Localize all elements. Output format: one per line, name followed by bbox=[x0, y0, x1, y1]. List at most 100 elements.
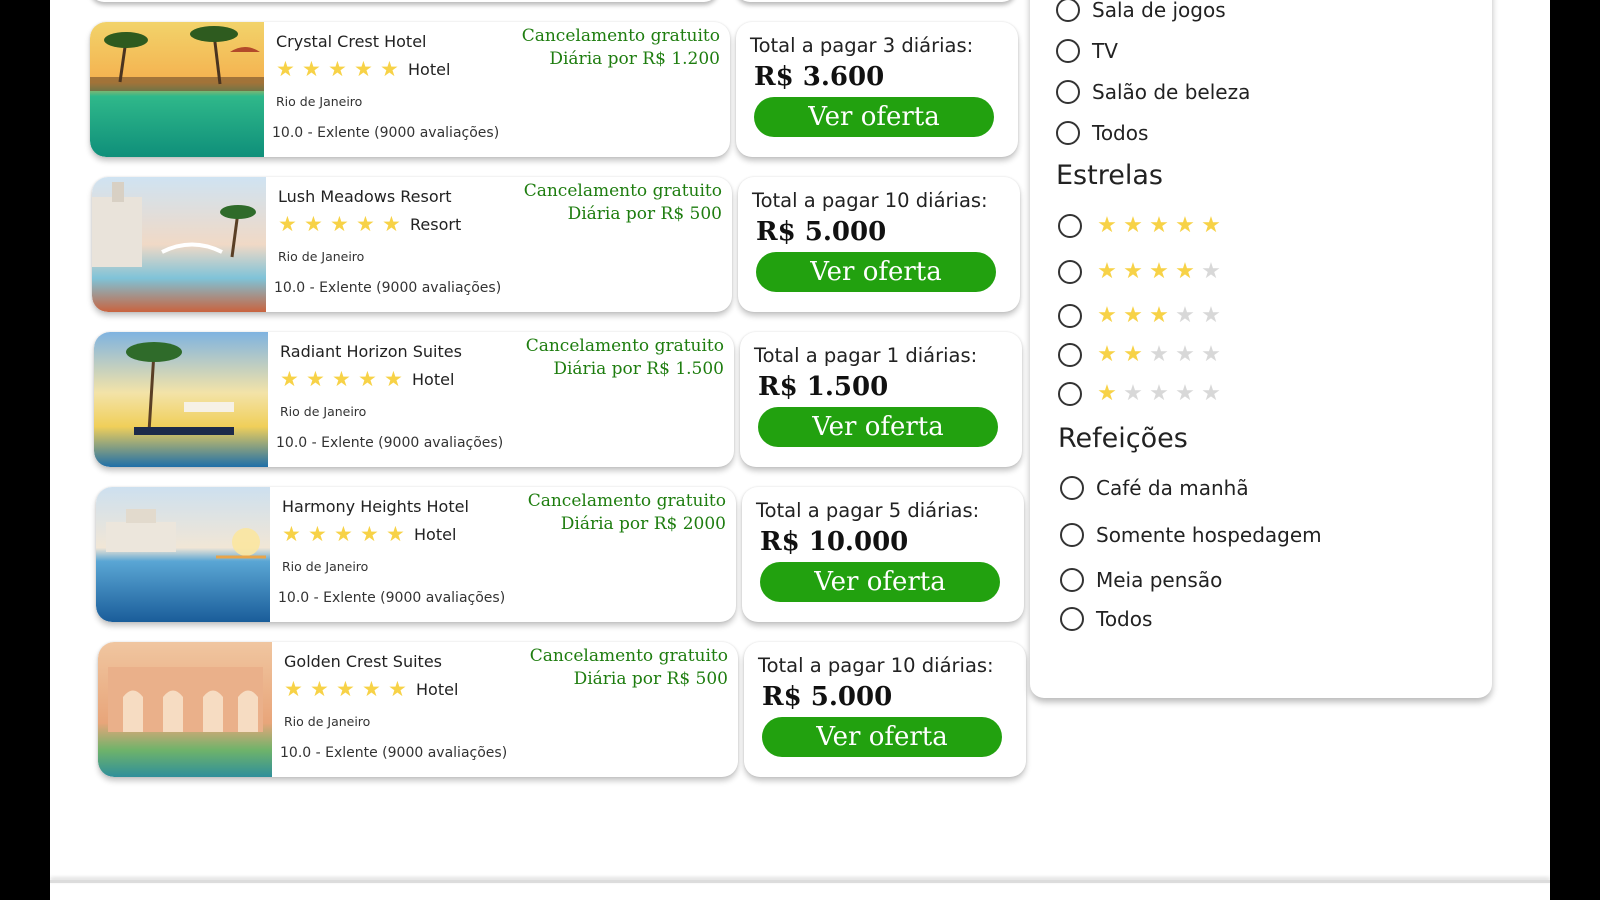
total-label: Total a pagar 3 diárias: bbox=[750, 34, 974, 57]
star-icon: ★ bbox=[1097, 342, 1117, 367]
total-price: R$ 10.000 bbox=[760, 527, 909, 557]
radio-button[interactable] bbox=[1060, 523, 1084, 547]
view-offer-button[interactable]: Ver oferta bbox=[758, 407, 998, 447]
hotel-name[interactable]: Radiant Horizon Suites bbox=[280, 342, 462, 361]
filter-option[interactable]: Somente hospedagem bbox=[1060, 523, 1322, 547]
star-icon: ★ bbox=[306, 367, 325, 391]
hotel-photo[interactable] bbox=[90, 22, 264, 157]
hotel-photo[interactable] bbox=[94, 332, 268, 467]
hotel-city: Rio de Janeiro bbox=[284, 714, 371, 729]
stars-heading: Estrelas bbox=[1056, 160, 1163, 191]
star-icon: ★ bbox=[1175, 259, 1195, 284]
meals-heading: Refeições bbox=[1058, 423, 1188, 454]
filter-option[interactable]: TV bbox=[1056, 39, 1118, 63]
star-filter-2[interactable]: ★ ★ ★ ★ ★ bbox=[1058, 342, 1224, 367]
hotel-rating: 10.0 - Exlente (9000 avaliações) bbox=[276, 435, 504, 451]
star-icon: ★ bbox=[328, 57, 347, 81]
hotel-city: Rio de Janeiro bbox=[282, 559, 369, 574]
star-icon: ★ bbox=[308, 522, 327, 546]
hotel-card[interactable]: Crystal Crest Hotel ★ ★ ★ ★ ★ Hotel Rio de J… bbox=[90, 22, 730, 157]
hotel-name[interactable]: Harmony Heights Hotel bbox=[282, 497, 469, 516]
star-icon: ★ bbox=[1097, 213, 1117, 238]
price-card: Total a pagar 10 diárias: R$ 5.000 Ver o… bbox=[738, 177, 1020, 312]
hotel-photo[interactable] bbox=[98, 642, 272, 777]
filter-option-label: Todos bbox=[1092, 121, 1149, 145]
radio-button[interactable] bbox=[1058, 303, 1082, 328]
total-price: R$ 5.000 bbox=[756, 217, 887, 247]
radio-button[interactable] bbox=[1058, 381, 1082, 406]
radio-button[interactable] bbox=[1056, 39, 1080, 63]
star-outline-icon: ★ bbox=[1123, 381, 1143, 406]
hotel-rating: 10.0 - Exlente (9000 avaliações) bbox=[280, 745, 508, 761]
star-outline-icon: ★ bbox=[1149, 342, 1169, 367]
hotel-cancel-info: Cancelamento gratuito Diária por R$ 1.50… bbox=[526, 335, 724, 381]
star-icon: ★ bbox=[382, 212, 401, 236]
hotel-stars: ★ ★ ★ ★ ★ Hotel bbox=[282, 521, 456, 547]
view-offer-button[interactable]: Ver oferta bbox=[756, 252, 996, 292]
filter-option[interactable]: Sala de jogos bbox=[1056, 0, 1226, 22]
radio-button[interactable] bbox=[1058, 342, 1082, 367]
hotel-card[interactable]: Harmony Heights Hotel ★ ★ ★ ★ ★ Hotel Rio de… bbox=[96, 487, 736, 622]
hotel-name[interactable]: Golden Crest Suites bbox=[284, 652, 442, 671]
star-filter-3[interactable]: ★ ★ ★ ★ ★ bbox=[1058, 303, 1224, 328]
star-outline-icon: ★ bbox=[1201, 303, 1221, 328]
hotel-card[interactable]: Radiant Horizon Suites ★ ★ ★ ★ ★ Hotel Rio d… bbox=[94, 332, 734, 467]
price-card: Total a pagar 3 diárias: R$ 3.600 Ver of… bbox=[736, 22, 1018, 157]
star-icon: ★ bbox=[1123, 303, 1143, 328]
filter-option-label: Todos bbox=[1096, 607, 1153, 631]
star-outline-icon: ★ bbox=[1175, 303, 1195, 328]
free-cancellation-label: Cancelamento gratuito bbox=[529, 646, 728, 666]
star-icon: ★ bbox=[358, 367, 377, 391]
hotel-rating: 10.0 - Exlente (9000 avaliações) bbox=[272, 125, 500, 141]
daily-price: Diária por R$ 1.500 bbox=[553, 359, 724, 379]
star-icon: ★ bbox=[1175, 213, 1195, 238]
hotel-name[interactable]: Crystal Crest Hotel bbox=[276, 32, 426, 51]
radio-button[interactable] bbox=[1056, 80, 1080, 104]
hotel-card[interactable]: Golden Crest Suites ★ ★ ★ ★ ★ Hotel Rio de J… bbox=[98, 642, 738, 777]
radio-button[interactable] bbox=[1060, 607, 1084, 631]
star-icon: ★ bbox=[1149, 213, 1169, 238]
star-icon: ★ bbox=[1123, 213, 1143, 238]
radio-button[interactable] bbox=[1056, 121, 1080, 145]
hotel-photo[interactable] bbox=[96, 487, 270, 622]
star-icon: ★ bbox=[284, 677, 303, 701]
view-offer-button[interactable]: Ver oferta bbox=[754, 97, 994, 137]
star-filter-4[interactable]: ★ ★ ★ ★ ★ bbox=[1058, 259, 1224, 284]
hotel-photo[interactable] bbox=[92, 177, 266, 312]
hotel-city: Rio de Janeiro bbox=[276, 94, 363, 109]
star-filter-1[interactable]: ★ ★ ★ ★ ★ bbox=[1058, 381, 1224, 406]
star-icon: ★ bbox=[380, 57, 399, 81]
filter-option-label: TV bbox=[1092, 39, 1118, 63]
footer-divider bbox=[50, 880, 1550, 883]
view-offer-button[interactable]: Ver oferta bbox=[762, 717, 1002, 757]
filter-option[interactable]: Café da manhã bbox=[1060, 476, 1249, 500]
star-icon: ★ bbox=[356, 212, 375, 236]
price-card: Total a pagar 5 diárias: R$ 10.000 Ver o… bbox=[742, 487, 1024, 622]
hotel-cancel-info: Cancelamento gratuito Diária por R$ 2000 bbox=[528, 490, 726, 536]
star-icon: ★ bbox=[1123, 342, 1143, 367]
hotel-card[interactable]: Lush Meadows Resort ★ ★ ★ ★ ★ Resort Rio de … bbox=[92, 177, 732, 312]
star-icon: ★ bbox=[1097, 381, 1117, 406]
hotel-stars: ★ ★ ★ ★ ★ Hotel bbox=[280, 366, 454, 392]
filter-option[interactable]: Salão de beleza bbox=[1056, 80, 1250, 104]
radio-button[interactable] bbox=[1060, 568, 1084, 592]
hotel-name[interactable]: Lush Meadows Resort bbox=[278, 187, 451, 206]
star-filter-5[interactable]: ★ ★ ★ ★ ★ bbox=[1058, 213, 1224, 238]
filter-option[interactable]: Todos bbox=[1060, 607, 1152, 631]
hotel-city: Rio de Janeiro bbox=[280, 404, 367, 419]
filter-option-label: Somente hospedagem bbox=[1096, 523, 1322, 547]
hotel-stars: ★ ★ ★ ★ ★ Hotel bbox=[276, 56, 450, 82]
star-icon: ★ bbox=[386, 522, 405, 546]
filter-option[interactable]: Todos bbox=[1056, 121, 1148, 145]
radio-button[interactable] bbox=[1058, 213, 1082, 238]
radio-button[interactable] bbox=[1060, 476, 1084, 500]
total-label: Total a pagar 10 diárias: bbox=[758, 654, 994, 677]
view-offer-button[interactable]: Ver oferta bbox=[760, 562, 1000, 602]
star-icon: ★ bbox=[1201, 213, 1221, 238]
radio-button[interactable] bbox=[1058, 259, 1082, 284]
total-label: Total a pagar 1 diárias: bbox=[754, 344, 978, 367]
filter-option[interactable]: Meia pensão bbox=[1060, 568, 1222, 592]
radio-button[interactable] bbox=[1056, 0, 1080, 22]
hotel-type: Resort bbox=[410, 214, 462, 234]
total-price: R$ 3.600 bbox=[754, 62, 885, 92]
